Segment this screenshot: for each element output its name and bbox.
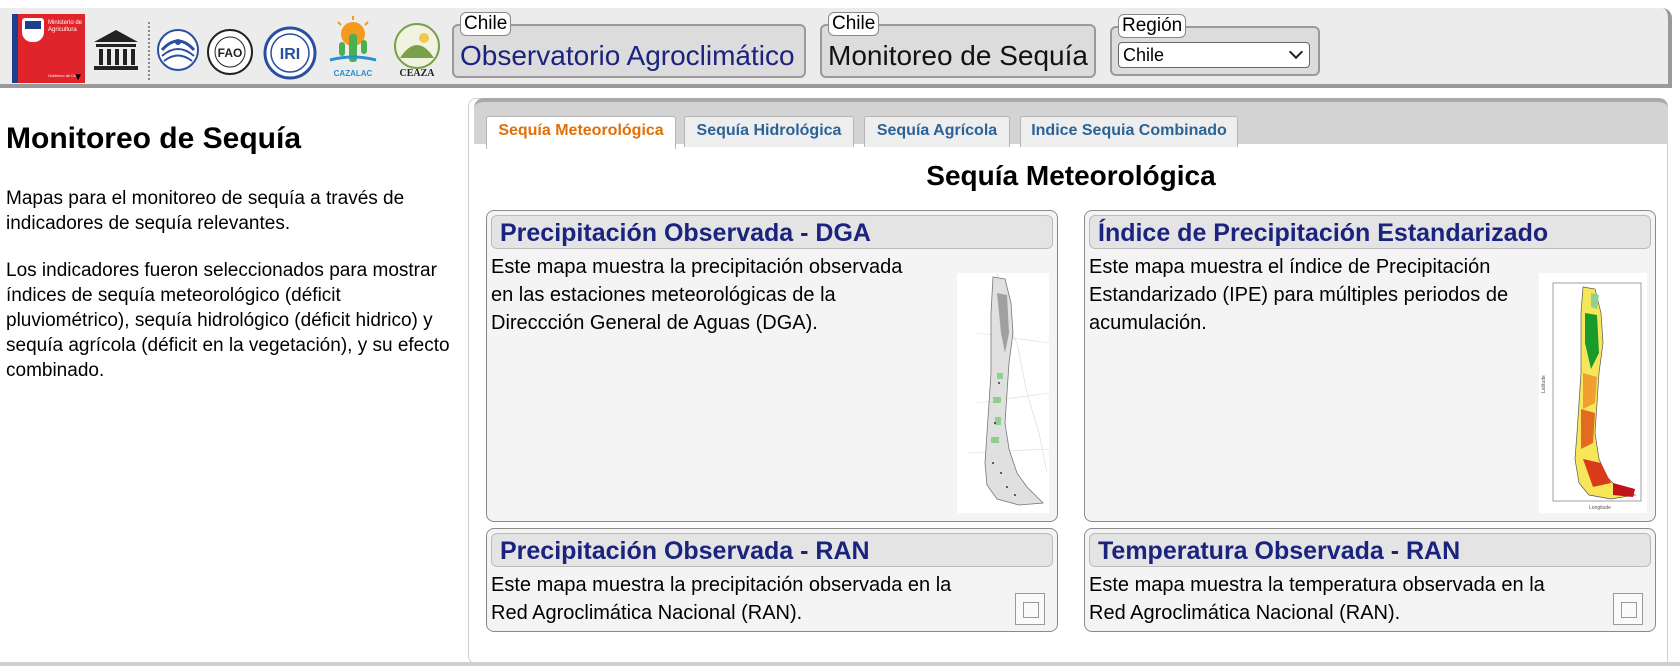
ministry-logo-text: Ministerio de Agricultura <box>48 20 83 33</box>
spi-map-thumbnail[interactable]: Latitude Longitude <box>1539 273 1647 513</box>
card-desc-line: Direccción General de Aguas (DGA). <box>491 312 818 334</box>
observatorio-box: Chile Observatorio Agroclimático <box>452 12 806 78</box>
page-title: Monitoreo de Sequía <box>6 122 302 155</box>
ceaza-logo-text: CEAZA <box>399 68 435 78</box>
card-description: Este mapa muestra el índice de Precipita… <box>1089 253 1508 337</box>
card-temperatura-ran[interactable]: Temperatura Observada - RAN Este mapa mu… <box>1084 528 1656 632</box>
tab-bar: Sequía Meteorológica Sequía Hidrológica … <box>474 98 1668 149</box>
logo-separator <box>148 22 150 80</box>
iri-logo-text: IRI <box>280 46 300 63</box>
card-header: Índice de Precipitación Estandarizado <box>1089 215 1651 249</box>
card-header: Precipitación Observada - DGA <box>491 215 1053 249</box>
unesco-logo[interactable] <box>90 28 142 72</box>
tab-sequia-agricola[interactable]: Sequía Agrícola <box>864 116 1010 147</box>
card-desc-line: Estandarizado (IPE) para múltiples perio… <box>1089 284 1509 306</box>
cazalac-logo[interactable]: CAZALAC <box>326 16 380 78</box>
ceaza-logo[interactable]: CEAZA <box>388 22 446 78</box>
ministerio-agricultura-logo[interactable]: Ministerio de Agricultura Gobierno de Ch… <box>12 14 85 83</box>
svg-text:Latitude: Latitude <box>1541 375 1547 393</box>
card-title-link[interactable]: Precipitación Observada - DGA <box>500 219 871 248</box>
card-precipitacion-dga[interactable]: Precipitación Observada - DGA Este mapa … <box>486 210 1058 522</box>
card-desc-line: Este mapa muestra la temperatura observa… <box>1089 574 1545 596</box>
region-box: Región Chile <box>1110 14 1320 76</box>
card-desc-line: acumulación. <box>1089 312 1207 334</box>
card-header: Temperatura Observada - RAN <box>1089 533 1651 567</box>
broken-image-icon[interactable] <box>1015 593 1045 625</box>
wmo-logo[interactable] <box>156 28 200 72</box>
card-precipitacion-ran[interactable]: Precipitación Observada - RAN Este mapa … <box>486 528 1058 632</box>
cazalac-logo-text: CAZALAC <box>334 69 373 78</box>
card-title-link[interactable]: Temperatura Observada - RAN <box>1098 537 1460 566</box>
indicators-paragraph: Los indicadores fueron seleccionados par… <box>6 260 450 381</box>
tab-sequia-meteorologica[interactable]: Sequía Meteorológica <box>486 116 676 149</box>
card-title-link[interactable]: Índice de Precipitación Estandarizado <box>1098 219 1548 248</box>
card-desc-line: Red Agroclimática Nacional (RAN). <box>1089 602 1401 624</box>
card-header: Precipitación Observada - RAN <box>491 533 1053 567</box>
card-description: Este mapa muestra la temperatura observa… <box>1089 571 1545 627</box>
region-select[interactable]: Chile <box>1118 42 1310 68</box>
card-indice-precipitacion[interactable]: Índice de Precipitación Estandarizado Es… <box>1084 210 1656 522</box>
card-title-link[interactable]: Precipitación Observada - RAN <box>500 537 870 566</box>
monitoreo-box: Chile Monitoreo de Sequía <box>820 12 1096 78</box>
monitoreo-title: Monitoreo de Sequía <box>828 40 1088 71</box>
region-selected-value: Chile <box>1123 45 1165 65</box>
card-desc-line: Este mapa muestra la precipitación obser… <box>491 256 903 278</box>
tab-indice-sequia-combinado[interactable]: Indice Sequia Combinado <box>1020 116 1238 147</box>
observatorio-country-legend: Chile <box>460 12 512 36</box>
fao-logo[interactable]: FAO <box>206 28 254 76</box>
precipitation-map-thumbnail[interactable] <box>957 273 1049 513</box>
section-title: Sequía Meteorológica <box>926 160 1216 191</box>
monitoreo-country-legend: Chile <box>828 12 880 36</box>
iri-logo[interactable]: IRI <box>262 26 318 80</box>
dropdown-arrow-icon[interactable]: ▼ <box>73 72 83 83</box>
broken-image-icon[interactable] <box>1613 593 1643 625</box>
card-desc-line: en las estaciones meteorológicas de la <box>491 284 836 306</box>
card-description: Este mapa muestra la precipitación obser… <box>491 571 951 627</box>
card-desc-line: Red Agroclimática Nacional (RAN). <box>491 602 803 624</box>
card-desc-line: Este mapa muestra la precipitación obser… <box>491 574 952 596</box>
card-description: Este mapa muestra la precipitación obser… <box>491 253 902 337</box>
chevron-down-icon <box>1288 44 1304 60</box>
intro-paragraph: Mapas para el monitoreo de sequía a trav… <box>6 188 405 234</box>
chile-shield-icon <box>22 18 44 42</box>
svg-text:FAO: FAO <box>218 46 243 60</box>
region-legend: Región <box>1118 14 1187 38</box>
observatorio-title-link[interactable]: Observatorio Agroclimático <box>460 40 795 72</box>
footer-divider <box>0 662 1680 666</box>
card-desc-line: Este mapa muestra el índice de Precipita… <box>1089 256 1491 278</box>
svg-text:Longitude: Longitude <box>1589 505 1611 511</box>
tab-sequia-hidrologica[interactable]: Sequía Hidrológica <box>684 116 854 147</box>
